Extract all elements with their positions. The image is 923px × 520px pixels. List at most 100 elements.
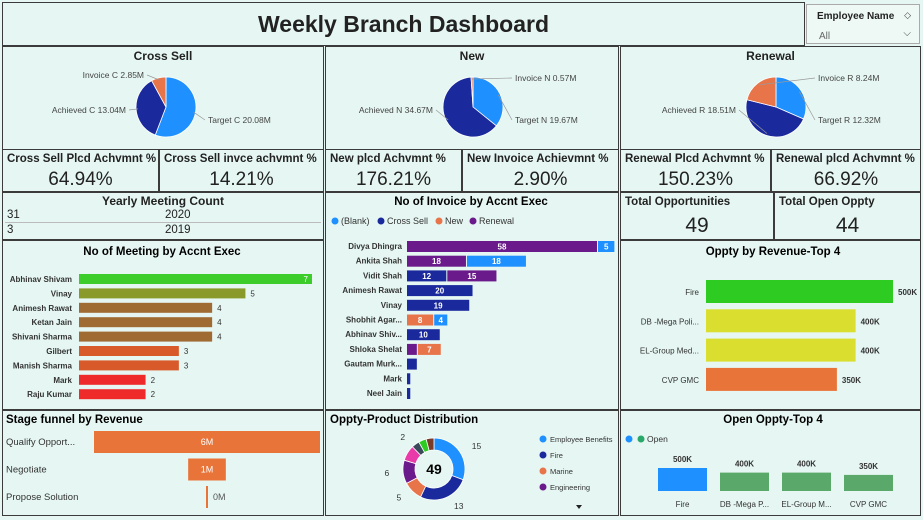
legend-label: Renewal	[479, 216, 514, 226]
bar-value-label: 4	[217, 318, 222, 327]
kpi-card: Renewal Plcd Achvmnt % 150.23%	[620, 149, 771, 192]
kpi-value: 176.21%	[355, 169, 431, 190]
yearly-meeting-tile: Yearly Meeting Count 31 2020 3 2019	[2, 192, 324, 240]
bar-value-label: 18	[492, 257, 501, 266]
category-label: Fire	[685, 288, 699, 297]
slicer-label: Employee Name	[817, 11, 895, 22]
page-title: Weekly Branch Dashboard	[257, 10, 549, 37]
chart-title: Oppty by Revenue-Top 4	[706, 246, 841, 258]
bar-value-label: 2	[151, 390, 156, 399]
category-label: Ketan Jain	[32, 318, 73, 327]
pie-slice-label: Achieved N 34.67M	[359, 105, 433, 115]
bar-value-label: 400K	[735, 460, 754, 469]
bar-value-label: 2	[151, 376, 156, 385]
pie-slice-label: Achieved R 18.51M	[662, 105, 736, 115]
funnel-stage-label: Propose Solution	[6, 492, 78, 503]
bar	[79, 374, 146, 385]
kpi-value: 14.21%	[209, 169, 274, 190]
bar-value-label: 400K	[861, 347, 880, 356]
bar-value-label: 350K	[859, 462, 878, 471]
category-label: Abhinav Shiv...	[345, 330, 402, 339]
bar	[706, 367, 837, 391]
donut-center-value: 49	[426, 461, 442, 477]
kpi-value: 66.92%	[813, 169, 879, 190]
category-label: EL-Group Med...	[640, 347, 699, 356]
kpi-value: 2.90%	[513, 169, 568, 190]
bar-value-label: 400K	[861, 317, 880, 326]
bar	[79, 331, 213, 342]
kpi-card: Cross Sell Plcd Achvmnt % 64.94%	[2, 149, 159, 192]
eraser-icon[interactable]: ◇	[904, 10, 911, 21]
meeting-year: 2019	[165, 224, 191, 236]
title-bar: Weekly Branch Dashboard	[2, 2, 805, 46]
row-divider	[5, 222, 321, 223]
category-label: Fire	[676, 500, 690, 509]
bar-segment	[407, 358, 417, 370]
bar	[706, 280, 893, 303]
category-label: Gautam Murk...	[344, 360, 402, 369]
funnel-value-label: 0M	[213, 492, 226, 502]
stage-funnel-chart: Stage funnel by Revenue Qualify Opport...…	[6, 414, 320, 508]
category-label: EL-Group M...	[781, 500, 831, 509]
chevron-down-icon[interactable]: ⌵	[903, 28, 911, 39]
renewal-title: Renewal	[746, 49, 795, 63]
bar	[79, 274, 312, 284]
invoice-chart-tile: No of Invoice by Accnt Exec (Blank) Cross …	[325, 192, 619, 410]
bar-value-label: 18	[432, 257, 441, 266]
funnel-bar	[206, 486, 208, 508]
bar	[706, 309, 856, 333]
pie-slice-label: Invoice C 2.85M	[83, 70, 144, 80]
meeting-year: 2020	[165, 209, 191, 221]
category-label: Shivani Sharma	[12, 333, 73, 342]
bar-value-label: 350K	[842, 376, 861, 385]
kpi-label: New Invoice Achievmnt %	[467, 153, 609, 165]
pie-slice-label: Target C 20.08M	[208, 115, 271, 125]
renewal-tile: Renewal Target R 12.32M Achieved R 18.51M…	[620, 46, 921, 150]
bar-value-label: 15	[467, 272, 476, 281]
donut-slice-label: 5	[396, 493, 401, 503]
oppty-revenue-tile: Oppty by Revenue-Top 4 Fire 500K DB -Mega P…	[620, 240, 921, 410]
funnel-stage-label: Qualify Opport...	[6, 437, 75, 448]
bar-value-label: 400K	[797, 460, 816, 469]
kpi-label: Cross Sell Plcd Achvmnt %	[7, 153, 157, 165]
employee-name-slicer[interactable]: Employee Name ◇ All ⌵	[806, 4, 920, 44]
meeting-count: 31	[7, 209, 20, 221]
legend-marker	[331, 217, 339, 225]
bar-value-label: 5	[604, 243, 609, 252]
category-label: Shloka Shelat	[350, 345, 403, 354]
bar-value-label: 500K	[673, 455, 692, 464]
kpi-card: New Invoice Achievmnt % 2.90%	[462, 149, 619, 192]
bar-segment	[407, 388, 411, 399]
donut-slice-label: 13	[454, 501, 464, 511]
renewal-pie: Target R 12.32M Achieved R 18.51M Invoice …	[662, 73, 881, 138]
legend-label: Fire	[550, 451, 563, 460]
legend-marker	[539, 451, 547, 459]
legend-label: Open	[647, 434, 668, 444]
cross-sell-title: Cross Sell	[133, 49, 193, 63]
legend-marker	[637, 435, 645, 443]
category-label: Raju Kumar	[27, 390, 72, 399]
product-distribution-tile: Oppty-Product Distribution 15 13 5 6 2 49 Emplo…	[325, 410, 619, 516]
bar-value-label: 5	[250, 289, 255, 298]
bar-value-label: 8	[418, 316, 423, 325]
bar-value-label: 7	[304, 275, 309, 284]
kpi-label: Renewal Plcd Achvmnt %	[625, 153, 765, 165]
category-label: Mark	[53, 376, 72, 385]
category-label: Gilbert	[46, 347, 72, 356]
kpi-value: 150.23%	[657, 169, 733, 190]
bar-value-label: 58	[498, 243, 507, 252]
bar-value-label: 7	[427, 345, 432, 354]
legend-marker	[625, 435, 633, 443]
scroll-down-icon[interactable]	[576, 505, 582, 509]
bar-segment	[407, 373, 411, 385]
legend-label: Employee Benefits	[550, 435, 613, 444]
legend-marker	[539, 483, 547, 491]
bar-value-label: 500K	[898, 288, 917, 297]
bar	[79, 317, 213, 328]
bar	[79, 360, 179, 371]
pie-slice-label: Invoice R 8.24M	[818, 73, 879, 83]
bar-value-label: 3	[184, 361, 189, 370]
funnel-value-label: 1M	[201, 465, 214, 475]
category-label: DB -Mega P...	[720, 500, 769, 509]
donut-slice-label: 6	[384, 468, 389, 478]
